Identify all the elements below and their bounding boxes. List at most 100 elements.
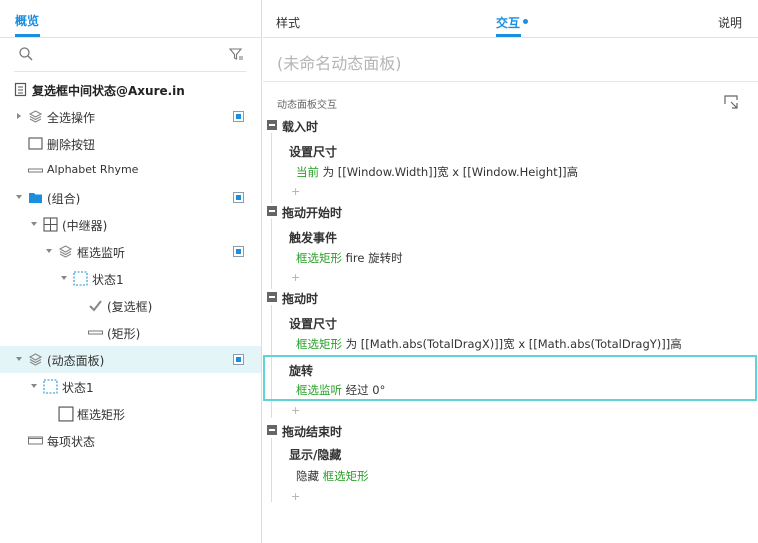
action-detail[interactable]: 框选监听 经过 0°: [296, 382, 385, 398]
filter-icon[interactable]: [228, 46, 244, 62]
action-target: 框选矩形: [296, 251, 342, 265]
tab-outline-indicator: [15, 34, 40, 37]
caret-down-icon[interactable]: [15, 193, 23, 201]
caret-down-icon[interactable]: [15, 355, 23, 363]
tree-item-label: 框选监听: [77, 246, 126, 260]
tab-interaction[interactable]: 交互: [496, 14, 520, 31]
box-icon: [58, 406, 74, 422]
folder-icon: [29, 193, 42, 203]
caret-down-icon[interactable]: [45, 247, 53, 255]
tree-item-label: 删除按钮: [47, 138, 96, 152]
outline-header: 概览: [0, 0, 261, 38]
state-dashed-icon: [73, 271, 88, 286]
divider: [263, 81, 758, 82]
caret-down-icon[interactable]: [60, 274, 68, 282]
action-target: 框选矩形: [296, 337, 342, 351]
event-title: 载入时: [282, 120, 319, 134]
action-detail[interactable]: 框选矩形 fire 旋转时: [296, 250, 403, 266]
add-action-button[interactable]: +: [291, 490, 300, 503]
tree-item-label: (复选框): [107, 300, 153, 314]
event-title: 拖动开始时: [282, 206, 343, 220]
tree-item-each-state[interactable]: 每项状态: [0, 427, 261, 454]
caret-down-icon[interactable]: [30, 382, 38, 390]
line-shape-icon: [28, 168, 43, 173]
tree-item-select-all[interactable]: 全选操作: [0, 103, 261, 130]
caret-down-icon[interactable]: [30, 220, 38, 228]
tree-item-selection-rect[interactable]: 框选矩形: [0, 400, 261, 427]
search-input[interactable]: [40, 46, 220, 64]
search-icon[interactable]: [18, 46, 34, 62]
tree-item-label: 全选操作: [47, 111, 96, 125]
box-icon: [28, 137, 43, 150]
tree-item-label: (中继器): [62, 219, 108, 233]
action-title[interactable]: 显示/隐藏: [289, 446, 341, 463]
line-shape-icon: [88, 330, 103, 335]
tab-notes[interactable]: 说明: [718, 14, 742, 31]
caret-right-icon[interactable]: [15, 112, 23, 120]
action-detail[interactable]: 隐藏 框选矩形: [296, 468, 369, 484]
tree-item-alphabet-rhyme[interactable]: Alphabet Rhyme: [0, 157, 261, 184]
inspector-panel: 样式 交互 说明 (未命名动态面板) 动态面板交互 载入时 设置尺寸 当前 为 …: [263, 0, 758, 543]
action-detail[interactable]: 框选矩形 为 [[Math.abs(TotalDragX)]]宽 x [[Mat…: [296, 336, 682, 352]
tree-item-label: (组合): [47, 192, 81, 206]
tab-interaction-indicator: [496, 34, 521, 37]
tree-item-group[interactable]: (组合): [0, 184, 261, 211]
tree-item-selection-listener[interactable]: 框选监听: [0, 238, 261, 265]
dynamic-panel-badge-icon: [233, 246, 244, 257]
tree-item-label: 框选矩形: [77, 408, 126, 422]
tree-item-dynamic-panel[interactable]: (动态面板): [0, 346, 261, 373]
dynamic-panel-badge-icon: [233, 192, 244, 203]
tree-item-checkbox[interactable]: (复选框): [0, 292, 261, 319]
add-action-button[interactable]: +: [291, 404, 300, 417]
collapse-icon[interactable]: [267, 120, 277, 130]
layers-icon: [28, 353, 43, 366]
dynamic-panel-badge-icon: [233, 111, 244, 122]
unsaved-dot-icon: [523, 19, 528, 24]
add-action-button[interactable]: +: [291, 185, 300, 198]
action-detail-text: 经过 0°: [342, 383, 386, 397]
action-detail-text: 为 [[Window.Width]]宽 x [[Window.Height]]高: [319, 165, 579, 179]
tree-item-rectangle[interactable]: (矩形): [0, 319, 261, 346]
tree-item-label: 状态1: [92, 273, 124, 287]
action-detail[interactable]: 当前 为 [[Window.Width]]宽 x [[Window.Height…: [296, 164, 578, 180]
tree-item-repeater[interactable]: (中继器): [0, 211, 261, 238]
tree-item-page[interactable]: 复选框中间状态@Axure.in: [0, 76, 261, 103]
event-title: 拖动结束时: [282, 425, 343, 439]
tree-connector: [271, 438, 272, 502]
add-action-button[interactable]: +: [291, 271, 300, 284]
layers-icon: [28, 110, 43, 123]
tree-item-label: 复选框中间状态@Axure.in: [32, 84, 185, 98]
event-title: 拖动时: [282, 292, 319, 306]
collapse-icon[interactable]: [267, 292, 277, 302]
action-target: 框选矩形: [322, 469, 369, 483]
action-title[interactable]: 旋转: [289, 362, 313, 379]
inspector-tabs: 样式 交互 说明: [263, 0, 758, 38]
action-detail-text: 隐藏: [296, 469, 323, 483]
tab-outline[interactable]: 概览: [15, 12, 39, 29]
widget-name-field[interactable]: (未命名动态面板): [277, 50, 742, 73]
tree-item-label: (矩形): [107, 327, 141, 341]
expand-icon[interactable]: [723, 94, 739, 110]
collapse-icon[interactable]: [267, 425, 277, 435]
line-shape-icon: [28, 436, 43, 445]
tree-item-label: 状态1: [62, 381, 94, 395]
grid-icon: [43, 217, 58, 232]
tree-connector: [271, 133, 272, 203]
action-title[interactable]: 触发事件: [289, 229, 337, 246]
action-title[interactable]: 设置尺寸: [289, 143, 337, 160]
tree-item-delete-button[interactable]: 删除按钮: [0, 130, 261, 157]
page-icon: [14, 82, 27, 97]
action-target: 当前: [296, 165, 319, 179]
collapse-icon[interactable]: [267, 206, 277, 216]
action-title[interactable]: 设置尺寸: [289, 315, 337, 332]
state-dashed-icon: [43, 379, 58, 394]
action-detail-text: 为 [[Math.abs(TotalDragX)]]宽 x [[Math.abs…: [342, 337, 682, 351]
dynamic-panel-badge-icon: [233, 354, 244, 365]
tree-item-state1-b[interactable]: 状态1: [0, 373, 261, 400]
tab-style[interactable]: 样式: [276, 14, 300, 31]
tree-item-label: (动态面板): [47, 354, 105, 368]
section-title: 动态面板交互: [277, 100, 337, 111]
tree-item-state1[interactable]: 状态1: [0, 265, 261, 292]
tree-item-label: Alphabet Rhyme: [47, 163, 139, 176]
tree-connector: [271, 219, 272, 289]
